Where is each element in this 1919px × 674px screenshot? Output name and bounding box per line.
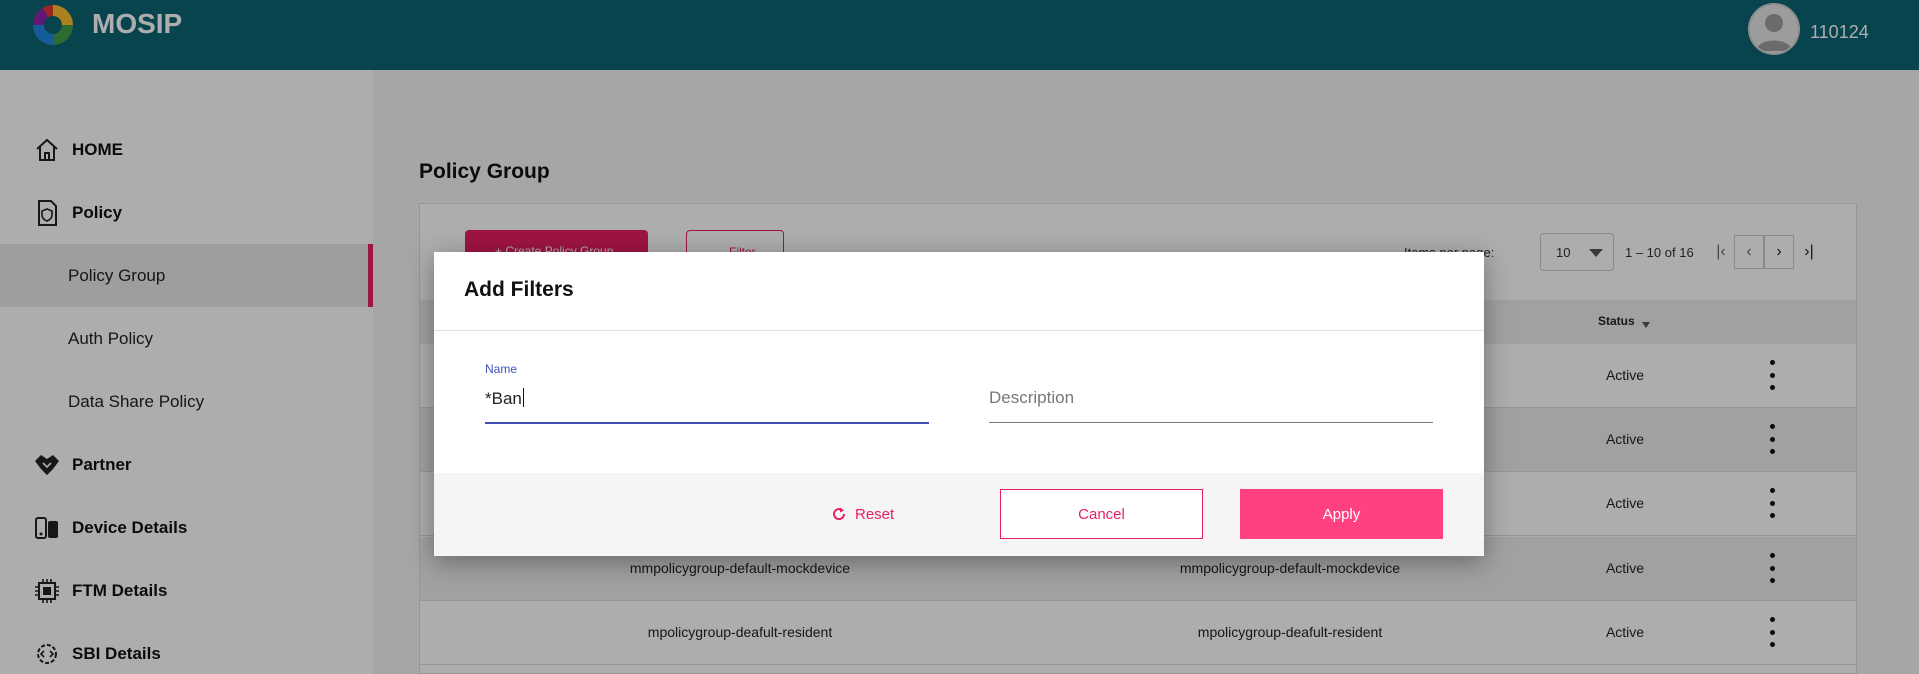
reset-button[interactable]: Reset: [831, 505, 894, 523]
name-field-value: *Ban: [485, 389, 522, 408]
name-field-label: Name: [485, 362, 518, 376]
refresh-icon: [831, 505, 849, 523]
name-field-underline: [485, 422, 929, 424]
text-cursor: [522, 388, 524, 407]
dialog-divider: [434, 330, 1484, 331]
dialog-title: Add Filters: [464, 278, 574, 301]
add-filters-dialog: Add Filters Name *Ban Description Reset …: [434, 252, 1484, 556]
description-field[interactable]: Description: [989, 388, 1074, 408]
apply-button[interactable]: Apply: [1240, 489, 1443, 539]
cancel-button[interactable]: Cancel: [1000, 489, 1203, 539]
description-field-underline: [989, 422, 1433, 423]
name-field[interactable]: *Ban: [485, 388, 524, 409]
dialog-footer: Reset Cancel Apply: [434, 473, 1484, 556]
reset-label: Reset: [855, 505, 895, 523]
